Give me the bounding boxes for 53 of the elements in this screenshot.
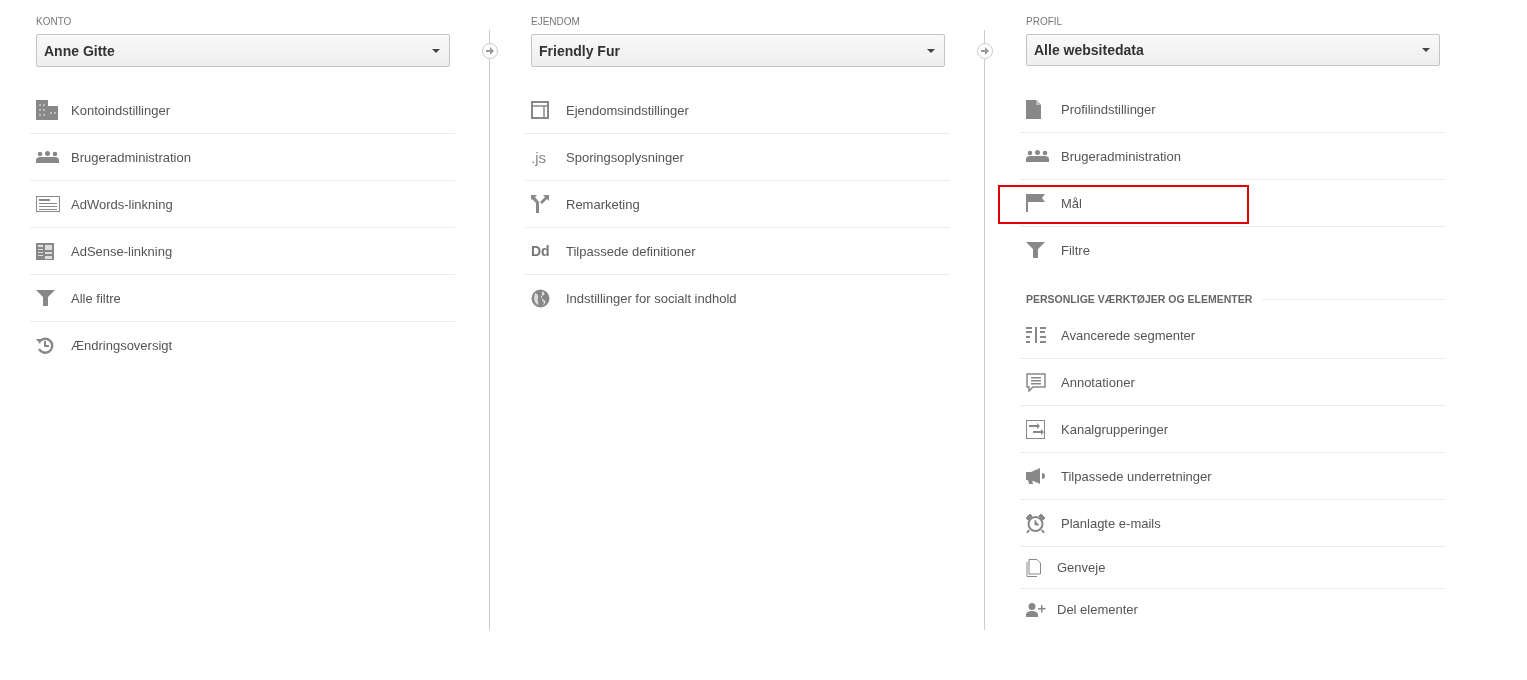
dropdown[interactable]: Alle websitedata	[1026, 34, 1440, 66]
pages-icon	[1026, 558, 1041, 577]
menu-item[interactable]: Planlagte e-mails	[1061, 515, 1161, 531]
menu-item[interactable]: Ændringsoversigt	[71, 337, 173, 353]
menu-item[interactable]: Brugeradministration	[71, 149, 191, 165]
flag-icon	[1026, 194, 1045, 212]
column-label: PROFIL	[1026, 15, 1064, 29]
menu-item[interactable]: Genveje	[1057, 560, 1106, 575]
dropdown[interactable]: Friendly Fur	[531, 34, 945, 67]
filter-icon	[36, 290, 55, 306]
layout-icon	[531, 101, 549, 119]
megaphone-icon	[1026, 468, 1045, 484]
menu-item[interactable]: Alle filtre	[71, 290, 121, 306]
list-window-icon	[36, 196, 60, 212]
arrows-box-icon	[1026, 419, 1045, 439]
caret-icon	[1422, 48, 1430, 52]
people-icon	[36, 151, 59, 163]
menu-item[interactable]: Kontoindstillinger	[71, 102, 170, 118]
menu-item[interactable]: Avancerede segmenter	[1061, 327, 1196, 343]
menu-item[interactable]: Del elementer	[1057, 602, 1138, 617]
menu-item[interactable]: AdWords-linkning	[71, 196, 173, 212]
menu-item[interactable]: Profilindstillinger	[1061, 101, 1156, 117]
menu-item[interactable]: Tilpassede definitioner	[566, 243, 696, 259]
dropdown[interactable]: Anne Gitte	[36, 34, 450, 67]
menu-item[interactable]: Indstillinger for socialt indhold	[566, 290, 737, 306]
menu-item[interactable]: Annotationer	[1061, 374, 1135, 390]
menu-item[interactable]: Mål	[1061, 195, 1082, 211]
fork-icon	[531, 195, 549, 213]
menu-item[interactable]: Sporingsoplysninger	[566, 149, 684, 165]
caret-icon	[927, 48, 935, 53]
grid-icon	[36, 242, 54, 260]
menu-item[interactable]: Ejendomsindstillinger	[566, 102, 689, 118]
people-icon	[1026, 150, 1049, 162]
document-icon	[1026, 99, 1041, 119]
menu-item[interactable]: Filtre	[1061, 242, 1090, 258]
add-user-icon	[1026, 602, 1046, 617]
menu-item[interactable]: Kanalgrupperinger	[1061, 421, 1168, 437]
caret-icon	[432, 48, 440, 53]
menu-item[interactable]: Remarketing	[566, 196, 640, 212]
filter-icon	[1026, 242, 1045, 258]
comment-icon	[1026, 372, 1046, 392]
column-label: EJENDOM	[531, 15, 581, 29]
alarm-clock-icon	[1026, 513, 1045, 533]
building-icon	[36, 100, 58, 120]
text-icon: Dd	[531, 243, 566, 259]
history-icon	[36, 336, 54, 354]
segments-icon	[1026, 327, 1046, 343]
menu-item[interactable]: Tilpassede underretninger	[1061, 468, 1212, 484]
menu-item[interactable]: AdSense-linkning	[71, 243, 173, 259]
menu-item[interactable]: Brugeradministration	[1061, 148, 1181, 164]
text-icon: .js	[531, 148, 566, 166]
column-label: KONTO	[36, 15, 73, 29]
section-heading: PERSONLIGE VÆRKTØJER OG ELEMENTER	[1026, 293, 1253, 305]
